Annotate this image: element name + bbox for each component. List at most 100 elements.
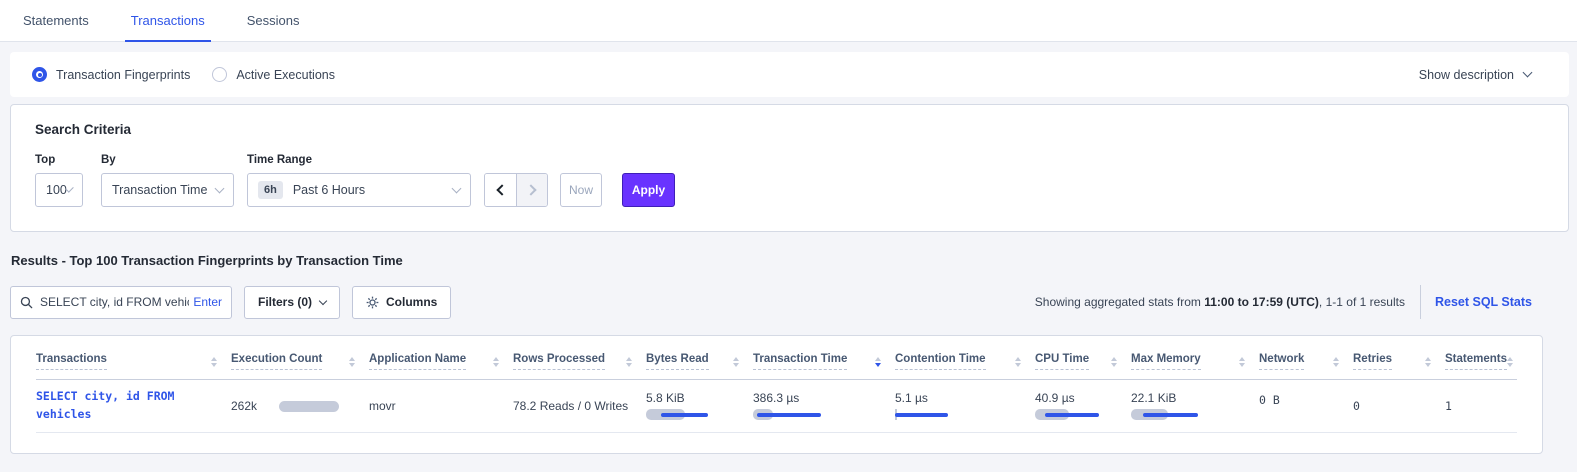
stat-bar — [753, 409, 895, 421]
column-label: Statements — [1445, 353, 1507, 370]
chevron-down-icon — [452, 184, 462, 194]
top-field-label: Top — [35, 154, 83, 166]
column-label: Application Name — [369, 353, 466, 370]
by-select[interactable]: Transaction Time — [101, 173, 234, 207]
previous-time-range-button[interactable] — [485, 174, 516, 206]
filters-label: Filters (0) — [258, 295, 312, 309]
sort-arrows-icon[interactable] — [1425, 357, 1431, 367]
sort-arrows-icon[interactable] — [349, 357, 355, 367]
chevron-down-icon — [215, 184, 225, 194]
column-header-bytes-read[interactable]: Bytes Read — [646, 336, 753, 380]
apply-button[interactable]: Apply — [622, 173, 675, 207]
cell-retries: 0 — [1353, 380, 1445, 433]
results-controls-row: Enter Filters (0) Columns — [10, 285, 1569, 319]
sort-arrows-icon[interactable] — [1015, 357, 1021, 367]
search-icon — [20, 296, 33, 309]
by-field-label: By — [101, 154, 234, 166]
tab-sessions[interactable]: Sessions — [247, 0, 300, 41]
chevron-down-icon — [319, 297, 327, 305]
columns-label: Columns — [386, 295, 437, 309]
column-label: Contention Time — [895, 353, 986, 370]
sort-arrows-icon[interactable] — [733, 357, 739, 367]
column-header-network[interactable]: Network — [1259, 336, 1353, 380]
reset-sql-stats-link[interactable]: Reset SQL Stats — [1435, 295, 1532, 309]
gear-icon — [366, 296, 379, 309]
cell-statements: 1 — [1445, 380, 1517, 433]
rows-processed-value: 78.2 Reads / 0 Writes — [513, 399, 628, 413]
cell-transaction: SELECT city, id FROM vehicles — [36, 380, 231, 433]
vertical-divider — [1420, 285, 1421, 319]
stat-bar — [646, 409, 753, 421]
sort-arrows-icon[interactable] — [1111, 357, 1117, 367]
by-select-value: Transaction Time — [112, 183, 207, 197]
column-header-retries[interactable]: Retries — [1353, 336, 1445, 380]
table-header-row: TransactionsExecution Count Application N… — [36, 336, 1517, 380]
search-criteria-title: Search Criteria — [35, 122, 1544, 137]
sort-arrows-icon[interactable] — [1333, 357, 1339, 367]
cell-bytes-read: 5.8 KiB — [646, 380, 753, 433]
radio-active-executions[interactable]: Active Executions — [212, 67, 335, 82]
time-range-value: Past 6 Hours — [293, 183, 365, 197]
now-button[interactable]: Now — [560, 173, 602, 207]
show-description-label: Show description — [1419, 68, 1514, 82]
top-select[interactable]: 100 — [35, 173, 83, 207]
chevron-left-icon — [496, 184, 507, 195]
transaction-time-value: 386.3 µs — [753, 391, 895, 405]
cell-transaction-time: 386.3 µs — [753, 380, 895, 433]
time-range-label: Time Range — [247, 154, 471, 166]
column-header-cpu-time[interactable]: CPU Time — [1035, 336, 1131, 380]
column-label: Bytes Read — [646, 353, 709, 370]
search-input[interactable] — [40, 295, 189, 309]
radio-selected-icon — [32, 67, 47, 82]
filters-button[interactable]: Filters (0) — [244, 286, 340, 319]
column-header-rows-processed[interactable]: Rows Processed — [513, 336, 646, 380]
cell-execution-count: 262k — [231, 380, 369, 433]
bytes-read-value: 5.8 KiB — [646, 391, 753, 405]
column-header-transactions[interactable]: Transactions — [36, 336, 231, 380]
column-label: CPU Time — [1035, 353, 1089, 370]
tab-transactions[interactable]: Transactions — [131, 0, 205, 41]
time-range-select[interactable]: 6h Past 6 Hours — [247, 173, 471, 207]
top-select-value: 100 — [46, 183, 67, 197]
execution-count-value: 262k — [231, 399, 257, 413]
sort-arrows-icon[interactable] — [626, 357, 632, 367]
cell-rows-processed: 78.2 Reads / 0 Writes — [513, 380, 646, 433]
sort-arrows-icon[interactable] — [1507, 357, 1513, 367]
cell-max-memory: 22.1 KiB — [1131, 380, 1259, 433]
column-header-max-memory[interactable]: Max Memory — [1131, 336, 1259, 380]
view-toggle-card: Transaction Fingerprints Active Executio… — [10, 52, 1569, 97]
time-range-field: Time Range 6h Past 6 Hours — [247, 154, 471, 207]
columns-button[interactable]: Columns — [352, 286, 451, 319]
sort-arrows-icon[interactable] — [493, 357, 499, 367]
column-label: Retries — [1353, 353, 1392, 370]
column-label: Rows Processed — [513, 353, 605, 370]
column-label: Execution Count — [231, 353, 322, 370]
show-description-toggle[interactable]: Show description — [1419, 68, 1531, 82]
column-header-statements[interactable]: Statements — [1445, 336, 1517, 380]
results-table-card: TransactionsExecution Count Application N… — [10, 335, 1543, 454]
column-header-execution-count[interactable]: Execution Count — [231, 336, 369, 380]
cell-contention-time: 5.1 µs — [895, 380, 1035, 433]
application-name-value: movr — [369, 399, 396, 413]
sort-arrows-icon[interactable] — [1239, 357, 1245, 367]
column-header-application-name[interactable]: Application Name — [369, 336, 513, 380]
column-header-contention-time[interactable]: Contention Time — [895, 336, 1035, 380]
sort-arrows-icon[interactable] — [875, 357, 881, 367]
statements-value: 1 — [1445, 399, 1452, 413]
search-criteria-card: Search Criteria Top 100 By Transaction T… — [10, 104, 1569, 232]
transaction-fingerprint-link[interactable]: SELECT city, id FROM vehicles — [36, 389, 174, 421]
radio-label: Transaction Fingerprints — [56, 68, 190, 82]
page-body: Transaction Fingerprints Active Executio… — [0, 42, 1577, 454]
tab-statements[interactable]: Statements — [23, 0, 89, 41]
top-field: Top 100 — [35, 154, 83, 207]
next-time-range-button[interactable] — [516, 174, 547, 206]
top-tab-bar: Statements Transactions Sessions — [0, 0, 1577, 42]
sort-arrows-icon[interactable] — [211, 357, 217, 367]
search-box: Enter — [10, 286, 232, 319]
column-label: Network — [1259, 353, 1304, 370]
search-enter-button[interactable]: Enter — [193, 295, 222, 309]
column-header-transaction-time[interactable]: Transaction Time — [753, 336, 895, 380]
retries-value: 0 — [1353, 399, 1360, 413]
by-field: By Transaction Time — [101, 154, 234, 207]
radio-transaction-fingerprints[interactable]: Transaction Fingerprints — [32, 67, 190, 82]
